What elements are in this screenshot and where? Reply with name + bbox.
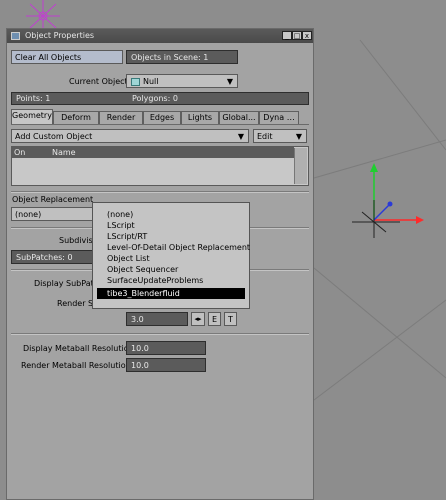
menu-item-lscript-rt[interactable]: LScript/RT: [97, 231, 245, 242]
col-name-header[interactable]: Name: [52, 147, 76, 158]
menu-item-blenderfluid[interactable]: tibe3_Blenderfluid: [97, 288, 245, 299]
current-object-dropdown[interactable]: Null ▼: [126, 74, 238, 88]
null-object-axes[interactable]: [352, 163, 424, 238]
chevron-down-icon: ▼: [226, 77, 233, 86]
current-object-label: Current Object: [69, 77, 128, 86]
texture-t-button[interactable]: T: [224, 312, 237, 326]
clear-all-objects-button[interactable]: Clear All Objects: [11, 50, 123, 64]
light-icon[interactable]: [26, 0, 60, 30]
window-icon: [11, 32, 20, 40]
custom-object-list[interactable]: On Name: [11, 146, 309, 186]
envelope-e-button[interactable]: E: [208, 312, 221, 326]
edit-dropdown[interactable]: Edit ▼: [253, 129, 307, 143]
chevron-down-icon: ▼: [295, 132, 302, 141]
render-metaball-label: Render Metaball Resolution: [21, 361, 131, 370]
tab-render[interactable]: Render: [99, 111, 143, 124]
add-custom-object-dropdown[interactable]: Add Custom Object ▼: [11, 129, 249, 143]
add-custom-object-label: Add Custom Object: [15, 132, 93, 141]
display-metaball-input[interactable]: 10.0: [126, 341, 206, 355]
display-metaball-label: Display Metaball Resolution: [23, 344, 134, 353]
tab-dynamics[interactable]: Dyna …: [259, 111, 299, 124]
object-replacement-menu: (none) LScript LScript/RT Level-Of-Detai…: [92, 202, 250, 309]
menu-item-object-sequencer[interactable]: Object Sequencer: [97, 264, 245, 275]
window-title: Object Properties: [25, 31, 95, 40]
display-subpatch-label: Display SubPat: [34, 279, 94, 288]
subdivision-label: Subdivisi: [59, 236, 95, 245]
close-button[interactable]: x: [302, 31, 312, 40]
menu-item-none[interactable]: (none): [97, 209, 245, 220]
menu-item-object-list[interactable]: Object List: [97, 253, 245, 264]
objects-in-scene-display: Objects in Scene: 1: [126, 50, 238, 64]
null-object-icon: [131, 78, 140, 86]
render-metaball-input[interactable]: 10.0: [126, 358, 206, 372]
menu-item-lscript[interactable]: LScript: [97, 220, 245, 231]
tab-dynamics-label: Dyna: [263, 113, 285, 122]
maximize-button[interactable]: □: [292, 31, 302, 40]
list-header: On Name: [12, 147, 294, 158]
menu-item-lod-replacement[interactable]: Level-Of-Detail Object Replacement: [97, 242, 250, 253]
tab-divider: [11, 124, 309, 125]
col-on-header[interactable]: On: [14, 147, 25, 158]
slider-arrows-icon[interactable]: ◂▸: [191, 312, 205, 326]
object-replacement-label: Object Replacement: [12, 195, 94, 204]
tab-edges[interactable]: Edges: [143, 111, 181, 124]
tab-deform[interactable]: Deform: [53, 111, 99, 124]
current-object-value: Null: [143, 77, 159, 86]
object-replacement-dropdown[interactable]: (none): [11, 207, 101, 221]
render-subpatch-label: Render S: [57, 299, 94, 308]
mesh-stats-bar: Points: 1 Polygons: 0: [11, 92, 309, 105]
list-scrollbar[interactable]: [294, 148, 307, 184]
tab-geometry[interactable]: Geometry: [11, 109, 53, 124]
polygons-count: Polygons: 0: [132, 94, 178, 103]
menu-item-surface-update[interactable]: SurfaceUpdateProblems: [97, 275, 245, 286]
tab-global[interactable]: Global...: [219, 111, 259, 124]
tab-lights[interactable]: Lights: [181, 111, 219, 124]
edit-label: Edit: [257, 132, 273, 141]
subpatches-display: SubPatches: 0: [11, 250, 93, 264]
points-count: Points: 1: [16, 94, 51, 103]
minimize-button[interactable]: _: [282, 31, 292, 40]
section-divider: [11, 333, 309, 335]
render-level-input[interactable]: 3.0: [126, 312, 188, 326]
section-divider: [11, 191, 309, 193]
chevron-down-icon: ▼: [237, 132, 244, 141]
title-bar[interactable]: Object Properties _ □ x: [7, 29, 313, 43]
